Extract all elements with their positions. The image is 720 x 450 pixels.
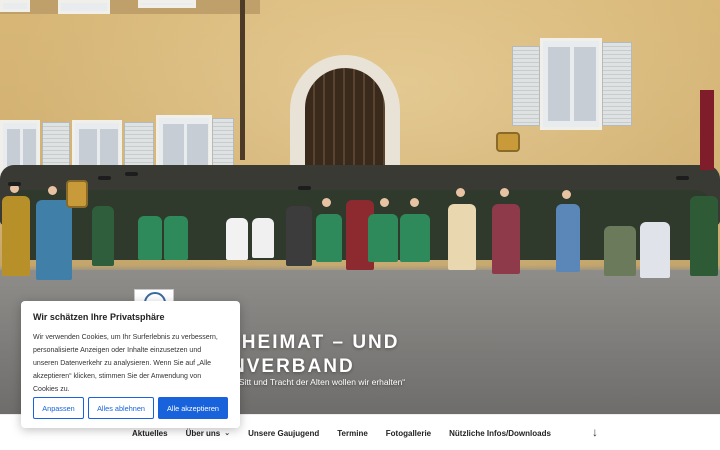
- drain-pipe: [240, 0, 245, 160]
- person-head: [322, 198, 331, 207]
- person: [400, 214, 430, 262]
- page: E – HEIMAT – UND NVERBAND „Sitt und Trac…: [0, 0, 720, 450]
- window-shutter: [602, 42, 632, 126]
- cookie-consent-banner: Wir schätzen Ihre Privatsphäre Wir verwe…: [21, 301, 240, 428]
- person: [368, 214, 398, 262]
- person: [164, 216, 188, 260]
- accept-all-button[interactable]: Alle akzeptieren: [158, 397, 228, 419]
- person: [640, 222, 670, 278]
- customize-button[interactable]: Anpassen: [33, 397, 84, 419]
- nav-item-label: Über uns: [185, 428, 221, 438]
- person-head: [380, 198, 389, 207]
- roof-eave: [0, 0, 260, 14]
- nav-item-label: Aktuelles: [132, 428, 168, 438]
- cookie-button-group: Anpassen Alles ablehnen Alle akzeptieren: [33, 397, 232, 419]
- person: [690, 196, 718, 276]
- window: [58, 0, 110, 14]
- window: [540, 38, 602, 130]
- window: [0, 0, 30, 12]
- association-banner: [496, 132, 520, 152]
- nav-item-label: Termine: [337, 428, 368, 438]
- person: [604, 226, 636, 276]
- nav-item-downloads[interactable]: Nützliche Infos/Downloads: [449, 429, 551, 438]
- person-hat: [8, 182, 21, 186]
- person: [448, 204, 476, 270]
- association-banner: [66, 180, 88, 208]
- wooden-door: [305, 68, 385, 165]
- site-tagline: „Sitt und Tracht der Alten wollen wir er…: [236, 377, 406, 387]
- nav-item-label: Fotogallerie: [385, 428, 432, 438]
- person-hat: [298, 186, 311, 190]
- window-shutter: [512, 46, 540, 126]
- nav-item-ueber-uns[interactable]: Über uns ⌄: [186, 429, 231, 438]
- person: [36, 200, 72, 280]
- nav-item-gaujugend[interactable]: Unsere Gaujugend: [248, 429, 319, 438]
- person-head: [410, 198, 419, 207]
- person-head: [48, 186, 57, 195]
- person: [492, 204, 520, 274]
- person: [138, 216, 162, 260]
- person: [252, 218, 274, 258]
- person: [316, 214, 342, 262]
- nav-item-fotogallerie[interactable]: Fotogallerie: [386, 429, 431, 438]
- arrow-down-icon[interactable]: ↓: [592, 425, 598, 439]
- person: [286, 206, 312, 266]
- person: [226, 218, 248, 260]
- cookie-banner-title: Wir schätzen Ihre Privatsphäre: [33, 312, 165, 322]
- person-head: [500, 188, 509, 197]
- person-hat: [125, 172, 138, 176]
- chevron-down-icon[interactable]: ⌄: [224, 429, 230, 437]
- person: [92, 206, 114, 266]
- flag: [700, 90, 714, 170]
- person-head: [456, 188, 465, 197]
- person: [2, 196, 30, 276]
- nav-item-termine[interactable]: Termine: [337, 429, 368, 438]
- cookie-banner-text: Wir verwenden Cookies, um Ihr Surferlebn…: [33, 334, 218, 393]
- nav-item-label: Nützliche Infos/Downloads: [449, 428, 551, 438]
- nav-item-aktuelles[interactable]: Aktuelles: [132, 429, 168, 438]
- reject-all-button[interactable]: Alles ablehnen: [88, 397, 154, 419]
- person: [556, 204, 580, 272]
- person-hat: [676, 176, 689, 180]
- window: [138, 0, 196, 8]
- person-hat: [98, 176, 111, 180]
- person-head: [562, 190, 571, 199]
- nav-item-label: Unsere Gaujugend: [248, 428, 320, 438]
